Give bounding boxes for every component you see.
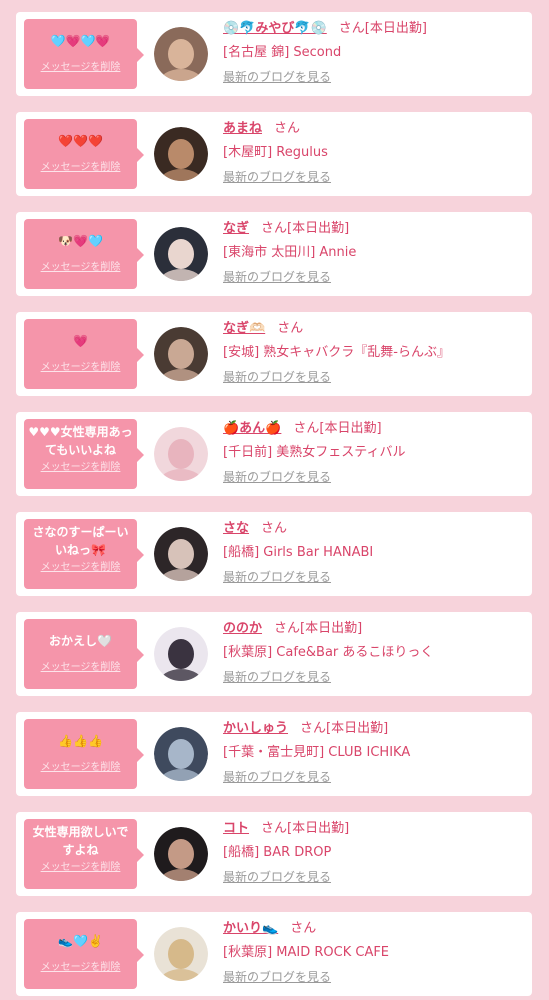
- delete-message-link[interactable]: メッセージを削除: [28, 661, 133, 675]
- message-text: ♥♥♥女性専用あってもいいよね: [28, 425, 133, 457]
- message-card: ♥♥♥女性専用あってもいいよね メッセージを削除 🍎あん🍎 さん[本日出勤] [千…: [16, 412, 532, 496]
- honorific: さん: [277, 321, 304, 336]
- message-text: 💗: [73, 334, 88, 348]
- cast-name-link[interactable]: なぎ🫶🏻: [223, 321, 265, 336]
- cast-name-link[interactable]: 💿🐬みやび🐬💿: [223, 21, 327, 36]
- avatar[interactable]: [154, 727, 208, 781]
- cast-name-link[interactable]: 🍎あん🍎: [223, 421, 281, 436]
- avatar[interactable]: [154, 627, 208, 681]
- cast-name-link[interactable]: なぎ: [223, 221, 249, 236]
- message-bubble: 女性専用欲しいですよね メッセージを削除: [24, 819, 144, 889]
- honorific: さん: [261, 521, 288, 536]
- message-card: 🐶💗🩵 メッセージを削除 なぎ さん[本日出勤] [東海市 太田川] Annie …: [16, 212, 532, 296]
- shop-info: [名古屋 錦] Second: [223, 45, 342, 60]
- message-text: 👍👍👍: [58, 734, 103, 748]
- latest-blog-link[interactable]: 最新のブログを見る: [223, 568, 331, 586]
- latest-blog-link[interactable]: 最新のブログを見る: [223, 268, 331, 286]
- message-bubble: ❤️❤️❤️ メッセージを削除: [24, 119, 144, 189]
- delete-message-link[interactable]: メッセージを削除: [28, 461, 133, 475]
- working-today-badge: [本日出勤]: [287, 821, 350, 836]
- working-today-badge: [本日出勤]: [319, 421, 382, 436]
- message-bubble: おかえし🤍 メッセージを削除: [24, 619, 144, 689]
- latest-blog-link[interactable]: 最新のブログを見る: [223, 968, 331, 986]
- working-today-badge: [本日出勤]: [300, 621, 363, 636]
- avatar[interactable]: [154, 227, 208, 281]
- message-bubble: ♥♥♥女性専用あってもいいよね メッセージを削除: [24, 419, 144, 489]
- cast-name-link[interactable]: かいり👟: [223, 921, 278, 936]
- message-bubble: 🐶💗🩵 メッセージを削除: [24, 219, 144, 289]
- avatar[interactable]: [154, 327, 208, 381]
- message-card: 💗 メッセージを削除 なぎ🫶🏻 さん [安城] 熟女キャバクラ『乱舞-らんぶ』 最…: [16, 312, 532, 396]
- latest-blog-link[interactable]: 最新のブログを見る: [223, 68, 331, 86]
- message-text: ❤️❤️❤️: [58, 134, 103, 148]
- honorific: さん: [274, 121, 301, 136]
- message-card: おかえし🤍 メッセージを削除 ののか さん[本日出勤] [秋葉原] Cafe&Ba…: [16, 612, 532, 696]
- honorific: さん: [261, 821, 288, 836]
- honorific: さん: [338, 21, 365, 36]
- message-bubble: 💗 メッセージを削除: [24, 319, 144, 389]
- shop-info: [秋葉原] MAID ROCK CAFE: [223, 945, 390, 960]
- message-bubble: 🩵💗🩵💗 メッセージを削除: [24, 19, 144, 89]
- delete-message-link[interactable]: メッセージを削除: [28, 761, 133, 775]
- working-today-badge: [本日出勤]: [364, 21, 427, 36]
- avatar[interactable]: [154, 127, 208, 181]
- message-list: 🩵💗🩵💗 メッセージを削除 💿🐬みやび🐬💿 さん[本日出勤] [名古屋 錦] Se…: [0, 0, 549, 1000]
- shop-info: [秋葉原] Cafe&Bar あるこほりっく: [223, 645, 434, 660]
- message-text: 女性専用欲しいですよね: [32, 825, 129, 857]
- message-card: ❤️❤️❤️ メッセージを削除 あまね さん [木屋町] Regulus 最新のブ…: [16, 112, 532, 196]
- delete-message-link[interactable]: メッセージを削除: [28, 261, 133, 275]
- cast-name-link[interactable]: コト: [223, 821, 249, 836]
- shop-info: [船橋] Girls Bar HANABI: [223, 545, 374, 560]
- shop-info: [千葉・富士見町] CLUB ICHIKA: [223, 745, 411, 760]
- message-bubble: 👟🩵✌️ メッセージを削除: [24, 919, 144, 989]
- avatar[interactable]: [154, 827, 208, 881]
- message-card: 🩵💗🩵💗 メッセージを削除 💿🐬みやび🐬💿 さん[本日出勤] [名古屋 錦] Se…: [16, 12, 532, 96]
- honorific: さん: [300, 721, 327, 736]
- message-text: 🐶💗🩵: [58, 234, 103, 248]
- honorific: さん: [261, 221, 288, 236]
- message-bubble: さなのすーぱーいいねっ🎀 メッセージを削除: [24, 519, 144, 589]
- latest-blog-link[interactable]: 最新のブログを見る: [223, 768, 331, 786]
- shop-info: [東海市 太田川] Annie: [223, 245, 357, 260]
- message-bubble: 👍👍👍 メッセージを削除: [24, 719, 144, 789]
- message-text: おかえし🤍: [49, 634, 112, 648]
- avatar[interactable]: [154, 27, 208, 81]
- delete-message-link[interactable]: メッセージを削除: [28, 861, 133, 875]
- shop-info: [千日前] 美熟女フェスティバル: [223, 445, 406, 460]
- delete-message-link[interactable]: メッセージを削除: [28, 161, 133, 175]
- latest-blog-link[interactable]: 最新のブログを見る: [223, 168, 331, 186]
- honorific: さん: [274, 621, 301, 636]
- message-card: さなのすーぱーいいねっ🎀 メッセージを削除 さな さん [船橋] Girls Ba…: [16, 512, 532, 596]
- latest-blog-link[interactable]: 最新のブログを見る: [223, 868, 331, 886]
- shop-info: [安城] 熟女キャバクラ『乱舞-らんぶ』: [223, 345, 450, 360]
- latest-blog-link[interactable]: 最新のブログを見る: [223, 368, 331, 386]
- shop-info: [木屋町] Regulus: [223, 145, 328, 160]
- avatar[interactable]: [154, 427, 208, 481]
- working-today-badge: [本日出勤]: [287, 221, 350, 236]
- delete-message-link[interactable]: メッセージを削除: [28, 61, 133, 75]
- working-today-badge: [本日出勤]: [326, 721, 389, 736]
- latest-blog-link[interactable]: 最新のブログを見る: [223, 668, 331, 686]
- cast-name-link[interactable]: かいしゅう: [223, 721, 288, 736]
- avatar[interactable]: [154, 927, 208, 981]
- message-text: 🩵💗🩵💗: [50, 34, 111, 48]
- cast-name-link[interactable]: ののか: [223, 621, 262, 636]
- honorific: さん: [293, 421, 320, 436]
- honorific: さん: [290, 921, 317, 936]
- shop-info: [船橋] BAR DROP: [223, 845, 332, 860]
- message-card: 女性専用欲しいですよね メッセージを削除 コト さん[本日出勤] [船橋] BAR…: [16, 812, 532, 896]
- message-text: 👟🩵✌️: [58, 934, 103, 948]
- cast-name-link[interactable]: あまね: [223, 121, 262, 136]
- delete-message-link[interactable]: メッセージを削除: [28, 561, 133, 575]
- message-card: 👟🩵✌️ メッセージを削除 かいり👟 さん [秋葉原] MAID ROCK CAF…: [16, 912, 532, 996]
- latest-blog-link[interactable]: 最新のブログを見る: [223, 468, 331, 486]
- cast-name-link[interactable]: さな: [223, 521, 249, 536]
- delete-message-link[interactable]: メッセージを削除: [28, 961, 133, 975]
- message-card: 👍👍👍 メッセージを削除 かいしゅう さん[本日出勤] [千葉・富士見町] CLU…: [16, 712, 532, 796]
- delete-message-link[interactable]: メッセージを削除: [28, 361, 133, 375]
- avatar[interactable]: [154, 527, 208, 581]
- message-text: さなのすーぱーいいねっ🎀: [32, 525, 129, 557]
